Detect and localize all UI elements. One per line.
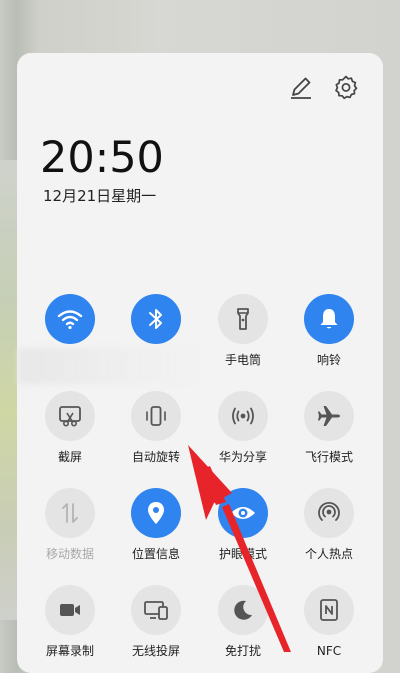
- clock-time: 20:50: [40, 133, 164, 183]
- tile-label: 手电筒: [224, 353, 261, 367]
- tile-label: 自动旋转: [131, 450, 180, 464]
- screen-record-icon: [45, 585, 95, 635]
- tile-flashlight[interactable]: 手电筒: [201, 294, 285, 368]
- tile-label: 个人热点: [304, 547, 353, 561]
- gear-icon[interactable]: [331, 72, 361, 102]
- tile-label: 屏幕录制: [45, 644, 94, 658]
- tile-label: 位置信息: [131, 547, 180, 561]
- location-icon: [131, 488, 181, 538]
- wifi-icon: [45, 294, 95, 344]
- tile-ringer[interactable]: 响铃: [287, 294, 371, 368]
- tile-screen-record[interactable]: 屏幕录制: [28, 585, 112, 659]
- tile-nfc[interactable]: NFC: [287, 585, 371, 659]
- tile-auto-rotate[interactable]: 自动旋转: [114, 391, 198, 465]
- eye-comfort-icon: [218, 488, 268, 538]
- blurred-network-label: [18, 348, 202, 384]
- tile-screenshot[interactable]: 截屏: [28, 391, 112, 465]
- tile-label: 护眼模式: [218, 547, 267, 561]
- tile-location[interactable]: 位置信息: [114, 488, 198, 562]
- tile-label: 截屏: [57, 450, 82, 464]
- screenshot-icon: [45, 391, 95, 441]
- tile-label: 飞行模式: [304, 450, 353, 464]
- tile-do-not-disturb[interactable]: 免打扰: [201, 585, 285, 659]
- nfc-icon: [304, 585, 354, 635]
- tile-wireless-projection[interactable]: 无线投屏: [114, 585, 198, 659]
- tile-eye-comfort[interactable]: 护眼模式: [201, 488, 285, 562]
- mobile-data-icon: [45, 488, 95, 538]
- tile-hotspot[interactable]: 个人热点: [287, 488, 371, 562]
- tile-label: 华为分享: [218, 450, 267, 464]
- tile-label: 无线投屏: [131, 644, 180, 658]
- clock-date: 12月21日星期一: [43, 187, 157, 205]
- tile-label: 免打扰: [224, 644, 261, 658]
- tile-label: NFC: [316, 644, 342, 658]
- airplane-icon: [304, 391, 354, 441]
- tile-mobile-data[interactable]: 移动数据: [28, 488, 112, 562]
- tile-wifi[interactable]: [28, 294, 112, 344]
- hotspot-icon: [304, 488, 354, 538]
- tile-bluetooth[interactable]: [114, 294, 198, 344]
- flashlight-icon: [218, 294, 268, 344]
- moon-icon: [218, 585, 268, 635]
- huawei-share-icon: [218, 391, 268, 441]
- pencil-icon[interactable]: [286, 72, 316, 102]
- bluetooth-icon: [131, 294, 181, 344]
- auto-rotate-icon: [131, 391, 181, 441]
- background-wallpaper-strip: [0, 160, 18, 620]
- bell-icon: [304, 294, 354, 344]
- wireless-projection-icon: [131, 585, 181, 635]
- tile-airplane-mode[interactable]: 飞行模式: [287, 391, 371, 465]
- tile-huawei-share[interactable]: 华为分享: [201, 391, 285, 465]
- tile-label: 移动数据: [45, 547, 94, 561]
- tile-label: 响铃: [316, 353, 341, 367]
